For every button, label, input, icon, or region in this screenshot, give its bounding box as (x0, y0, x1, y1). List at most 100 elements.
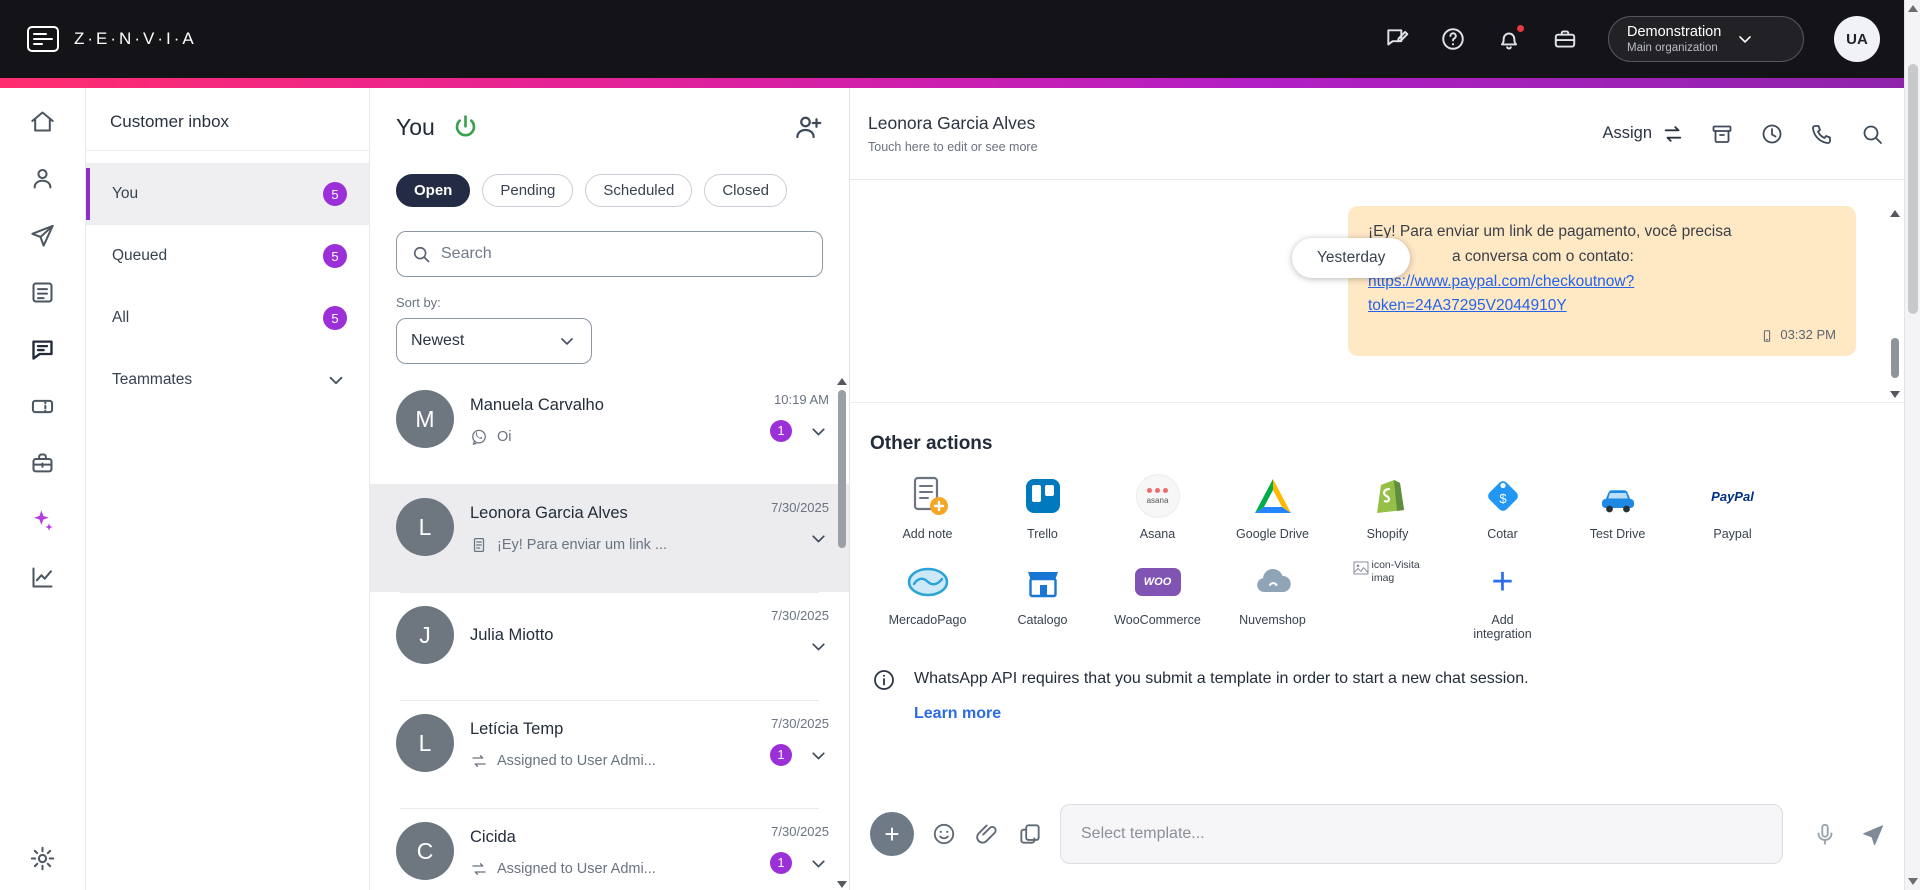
broken-image-icon: icon-Visita imag (1353, 559, 1423, 611)
new-chat-icon[interactable] (1384, 26, 1410, 52)
sidebar-item-queued[interactable]: Queued 5 (86, 225, 369, 287)
search-icon (413, 246, 430, 263)
nav-docs-icon[interactable] (29, 279, 56, 306)
nav-toolbox-icon[interactable] (29, 450, 56, 477)
history-clock-icon[interactable] (1760, 122, 1784, 146)
payment-link[interactable]: https://www.paypal.com/checkoutnow? toke… (1368, 270, 1836, 320)
chevron-down-icon[interactable] (808, 528, 829, 549)
action-shopify[interactable]: Shopify (1330, 473, 1445, 541)
conversation-item[interactable]: J Julia Miotto 7/30/2025 (370, 592, 849, 700)
search-icon[interactable] (1860, 122, 1884, 146)
sidebar-item-teammates[interactable]: Teammates (86, 349, 369, 411)
chevron-down-icon (329, 376, 343, 385)
status-tabs: Open Pending Scheduled Closed (370, 174, 849, 207)
conversation-item[interactable]: L Leonora Garcia Alves ¡Ey! Para enviar … (370, 484, 849, 592)
org-switcher[interactable]: Demonstration Main organization (1608, 16, 1804, 62)
settings-gear-icon[interactable] (29, 845, 56, 872)
notifications-bell[interactable] (1496, 23, 1526, 52)
swap-arrows-icon (1664, 125, 1682, 142)
search-input[interactable] (441, 245, 808, 263)
action-google-drive[interactable]: Google Drive (1215, 473, 1330, 541)
conversation-time: 7/30/2025 (771, 824, 829, 839)
template-icon[interactable] (1017, 821, 1043, 847)
nav-contacts-icon[interactable] (29, 165, 56, 192)
action-visita-broken[interactable]: icon-Visita imag (1330, 559, 1445, 641)
action-nuvemshop[interactable]: Nuvemshop (1215, 559, 1330, 641)
paypal-icon: PayPal (1711, 488, 1754, 504)
chevron-down-icon[interactable] (808, 636, 829, 657)
scrollbar-thumb[interactable] (1908, 64, 1918, 314)
action-mercadopago[interactable]: MercadoPago (870, 559, 985, 641)
action-paypal[interactable]: PayPal Paypal (1675, 473, 1790, 542)
assign-button[interactable]: Assign (1602, 123, 1684, 145)
unread-badge: 1 (770, 852, 792, 874)
day-divider: Yesterday (1292, 238, 1411, 278)
action-catalogo[interactable]: Catalogo (985, 559, 1100, 641)
tab-scheduled[interactable]: Scheduled (585, 174, 693, 207)
conversation-item[interactable]: M Manuela Carvalho Oi 10:19 AM 1 (370, 376, 849, 484)
scroll-down-arrow[interactable] (837, 881, 847, 888)
action-add-note[interactable]: Add note (870, 473, 985, 541)
nav-tickets-icon[interactable] (29, 393, 56, 420)
sort-select[interactable]: Newest (396, 318, 592, 364)
avatar: J (396, 606, 454, 664)
tab-closed[interactable]: Closed (704, 174, 788, 207)
scroll-up-arrow[interactable] (1907, 5, 1918, 12)
add-attachment-button[interactable]: + (870, 812, 914, 856)
chevron-down-icon[interactable] (808, 853, 829, 874)
conversation-preview: ¡Ey! Para enviar um link ... (497, 537, 668, 553)
action-cotar[interactable]: $ Cotar (1445, 473, 1560, 541)
phone-icon[interactable] (1810, 122, 1834, 146)
chat-contact-header[interactable]: Leonora Garcia Alves Touch here to edit … (868, 113, 1038, 154)
sidebar-title: Customer inbox (110, 112, 230, 131)
brand[interactable]: Z·E·N·V·I·A (26, 24, 197, 54)
chevron-down-icon[interactable] (808, 421, 829, 442)
nav-chats-icon[interactable] (29, 336, 56, 363)
scroll-down-arrow[interactable] (1908, 878, 1918, 885)
scrollbar-thumb[interactable] (1891, 338, 1899, 378)
learn-more-link[interactable]: Learn more (914, 705, 1001, 723)
add-note-icon (913, 476, 948, 515)
page-scrollbar[interactable] (1904, 0, 1920, 890)
message-scrollbar[interactable] (1888, 180, 1902, 402)
tab-open[interactable]: Open (396, 174, 471, 207)
conversation-preview: Oi (497, 429, 512, 445)
scroll-up-arrow[interactable] (837, 378, 847, 385)
scrollbar-thumb[interactable] (838, 390, 846, 548)
sidebar-item-all[interactable]: All 5 (86, 287, 369, 349)
action-asana[interactable]: asana Asana (1100, 473, 1215, 541)
nav-analytics-icon[interactable] (29, 564, 56, 591)
action-woocommerce[interactable]: WOO WooCommerce (1100, 559, 1215, 641)
action-trello[interactable]: Trello (985, 473, 1100, 541)
nav-ai-assistant-icon[interactable] (29, 507, 56, 534)
emoji-icon[interactable] (931, 821, 957, 847)
help-icon[interactable] (1440, 26, 1466, 52)
add-contact-icon[interactable] (793, 112, 823, 142)
availability-power-icon[interactable] (451, 113, 480, 142)
message-text: a conversa com o contato: (1452, 247, 1634, 265)
chevron-down-icon[interactable] (808, 745, 829, 766)
conversation-preview: Assigned to User Admi... (497, 753, 656, 769)
template-select-input[interactable] (1060, 804, 1783, 864)
nav-campaigns-icon[interactable] (29, 222, 56, 249)
message-text: ¡Ey! Para enviar um link de pagamento, v… (1368, 223, 1732, 240)
list-scrollbar[interactable] (836, 376, 848, 890)
microphone-icon[interactable] (1812, 821, 1838, 847)
svg-text:$: $ (1499, 491, 1507, 506)
conversation-item[interactable]: L Letícia Temp Assigned to User Admi... … (370, 700, 849, 808)
count-badge: 5 (323, 182, 347, 206)
send-icon[interactable] (1860, 821, 1886, 847)
organization-icon[interactable] (1552, 26, 1578, 52)
nav-home-icon[interactable] (29, 108, 56, 135)
user-avatar[interactable]: UA (1834, 16, 1880, 62)
paperclip-icon[interactable] (974, 821, 1000, 847)
action-add-integration[interactable]: + Add integration (1445, 559, 1560, 641)
tab-pending[interactable]: Pending (482, 174, 574, 207)
scroll-up-arrow[interactable] (1890, 210, 1900, 217)
action-test-drive[interactable]: Test Drive (1560, 473, 1675, 541)
conversation-item[interactable]: C Cicida Assigned to User Admi... 7/30/2… (370, 808, 849, 890)
conversation-time: 7/30/2025 (771, 716, 829, 731)
archive-icon[interactable] (1710, 122, 1734, 146)
scroll-down-arrow[interactable] (1890, 391, 1900, 398)
sidebar-item-you[interactable]: You 5 (86, 163, 369, 225)
